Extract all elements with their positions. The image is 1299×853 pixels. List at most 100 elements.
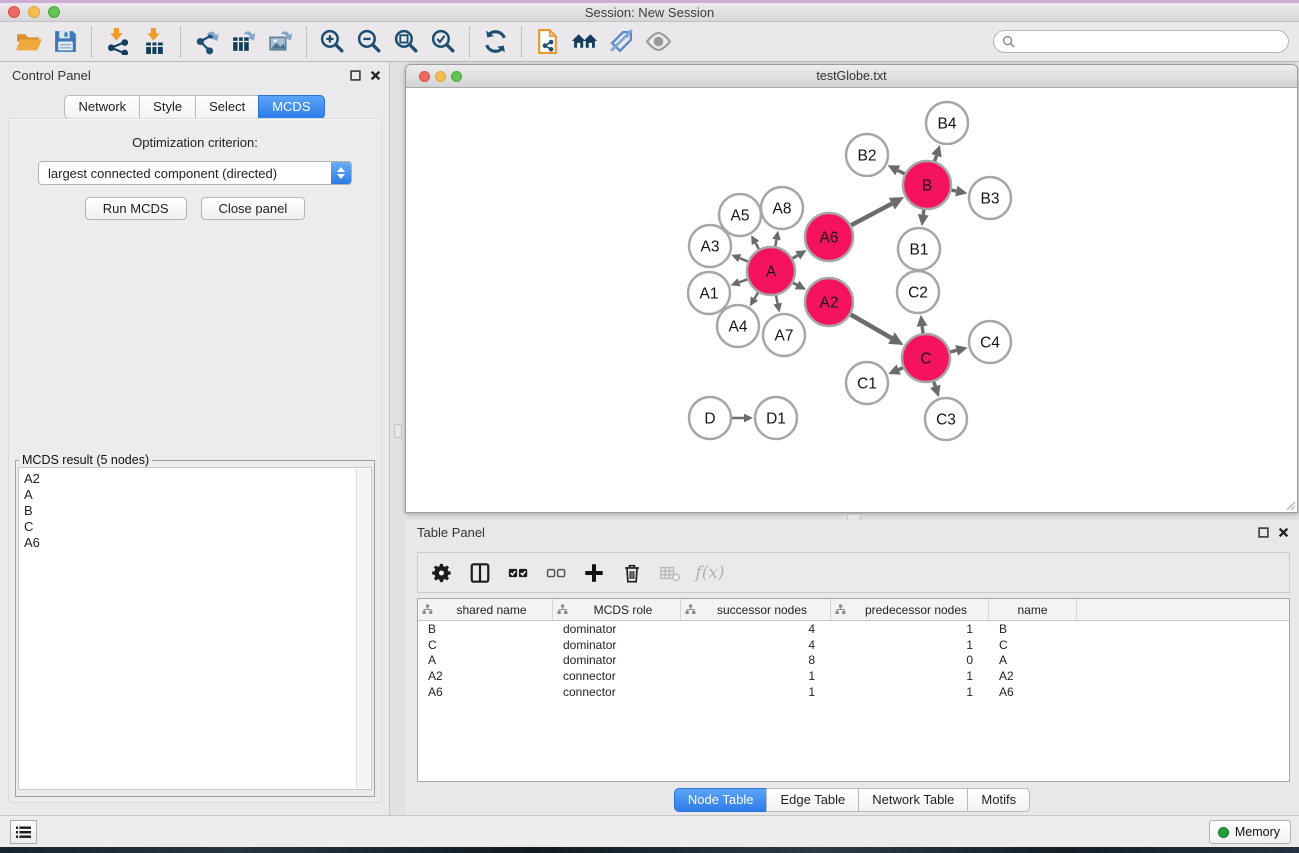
zoom-selected-button[interactable] <box>425 25 462 59</box>
graph-edge-C-C3[interactable] <box>930 382 940 397</box>
hide-labels-button[interactable] <box>603 25 640 59</box>
network-minimize-button[interactable] <box>435 71 446 82</box>
save-session-button[interactable] <box>47 25 84 59</box>
graph-node-A2[interactable]: A2 <box>805 278 853 326</box>
delete-row-button[interactable] <box>615 557 649 589</box>
export-network-button[interactable] <box>188 25 225 59</box>
float-panel-icon[interactable] <box>350 70 361 81</box>
graph-node-B[interactable]: B <box>903 161 951 209</box>
cell-successor-nodes[interactable]: 8 <box>681 653 831 667</box>
graph-node-A6[interactable]: A6 <box>805 213 853 261</box>
graph-node-A5[interactable]: A5 <box>719 194 761 236</box>
graph-edge-A-A4[interactable] <box>750 292 758 306</box>
graph-node-C3[interactable]: C3 <box>925 398 967 440</box>
memory-button[interactable]: Memory <box>1209 820 1291 844</box>
column-header-shared-name[interactable]: shared name <box>418 599 553 620</box>
new-session-button[interactable] <box>529 25 566 59</box>
table-tab-motifs[interactable]: Motifs <box>967 788 1030 812</box>
cell-name[interactable]: A2 <box>989 669 1077 683</box>
graph-edge-A2-C[interactable] <box>851 314 904 345</box>
resize-grip-icon[interactable] <box>1284 499 1296 511</box>
table-row-c[interactable]: Cdominator41C <box>418 637 1289 653</box>
column-header-MCDS-role[interactable]: MCDS role <box>553 599 681 620</box>
cell-predecessor-nodes[interactable]: 1 <box>831 622 989 636</box>
cell-name[interactable]: A <box>989 653 1077 667</box>
graph-edge-B-B1[interactable] <box>918 210 929 226</box>
cell-MCDS-role[interactable]: connector <box>553 685 681 699</box>
cell-shared-name[interactable]: A6 <box>418 685 553 699</box>
cell-shared-name[interactable]: B <box>418 622 553 636</box>
cell-MCDS-role[interactable]: dominator <box>553 622 681 636</box>
cell-shared-name[interactable]: A <box>418 653 553 667</box>
export-image-button[interactable] <box>262 25 299 59</box>
export-table-button[interactable] <box>225 25 262 59</box>
cell-shared-name[interactable]: A2 <box>418 669 553 683</box>
show-columns-button[interactable] <box>463 557 497 589</box>
graph-node-C4[interactable]: C4 <box>969 321 1011 363</box>
result-item-a6[interactable]: A6 <box>24 535 371 551</box>
graph-node-A[interactable]: A <box>747 247 795 295</box>
cell-MCDS-role[interactable]: dominator <box>553 653 681 667</box>
tab-network[interactable]: Network <box>64 95 140 119</box>
network-graph[interactable]: B4B2BB3A5A8A6A3B1AA1C2A2A4A7C4CC1C3DD1 <box>406 89 1297 512</box>
table-tab-node-table[interactable]: Node Table <box>674 788 768 812</box>
import-network-button[interactable] <box>99 25 136 59</box>
minimize-window-button[interactable] <box>28 6 40 18</box>
cell-predecessor-nodes[interactable]: 1 <box>831 685 989 699</box>
function-builder-button[interactable]: f(x) <box>691 557 725 589</box>
close-window-button[interactable] <box>8 6 20 18</box>
graph-edge-B-B2[interactable] <box>888 165 905 175</box>
deselect-all-button[interactable] <box>539 557 573 589</box>
cell-name[interactable]: C <box>989 638 1077 652</box>
cell-successor-nodes[interactable]: 1 <box>681 669 831 683</box>
close-panel-button[interactable]: Close panel <box>201 197 306 220</box>
table-row-a[interactable]: Adominator80A <box>418 653 1289 669</box>
result-item-a[interactable]: A <box>24 487 371 503</box>
result-scrollbar[interactable] <box>356 469 370 788</box>
graph-node-D[interactable]: D <box>689 397 731 439</box>
tab-mcds[interactable]: MCDS <box>258 95 324 119</box>
graph-edge-A6-B[interactable] <box>851 197 904 225</box>
delete-table-button[interactable] <box>653 557 687 589</box>
criterion-dropdown[interactable]: largest connected component (directed) <box>38 161 352 185</box>
graph-node-B1[interactable]: B1 <box>898 228 940 270</box>
graph-node-C2[interactable]: C2 <box>897 271 939 313</box>
cell-predecessor-nodes[interactable]: 1 <box>831 669 989 683</box>
graph-node-A7[interactable]: A7 <box>763 314 805 356</box>
graph-node-C[interactable]: C <box>902 334 950 382</box>
result-item-b[interactable]: B <box>24 503 371 519</box>
float-table-panel-icon[interactable] <box>1258 527 1269 538</box>
graph-node-B2[interactable]: B2 <box>846 134 888 176</box>
zoom-window-button[interactable] <box>48 6 60 18</box>
graph-node-C1[interactable]: C1 <box>846 362 888 404</box>
network-canvas[interactable]: B4B2BB3A5A8A6A3B1AA1C2A2A4A7C4CC1C3DD1 <box>406 89 1297 512</box>
graph-edge-C-C4[interactable] <box>950 345 967 356</box>
table-row-b[interactable]: Bdominator41B <box>418 621 1289 637</box>
cell-name[interactable]: B <box>989 622 1077 636</box>
show-details-button[interactable] <box>640 25 677 59</box>
cell-successor-nodes[interactable]: 1 <box>681 685 831 699</box>
graph-edge-A-A1[interactable] <box>731 278 748 286</box>
graph-node-B3[interactable]: B3 <box>969 177 1011 219</box>
cell-predecessor-nodes[interactable]: 1 <box>831 638 989 652</box>
result-item-a2[interactable]: A2 <box>24 471 371 487</box>
zoom-fit-button[interactable] <box>388 25 425 59</box>
cell-predecessor-nodes[interactable]: 0 <box>831 653 989 667</box>
import-table-button[interactable] <box>136 25 173 59</box>
close-panel-icon[interactable] <box>370 70 381 81</box>
close-table-panel-icon[interactable] <box>1278 527 1289 538</box>
graph-edge-B-B4[interactable] <box>931 145 941 161</box>
graph-edge-A-A3[interactable] <box>731 254 748 262</box>
network-zoom-button[interactable] <box>451 71 462 82</box>
add-row-button[interactable] <box>577 557 611 589</box>
search-input[interactable] <box>1020 35 1280 49</box>
vertical-splitter-grip[interactable] <box>394 424 402 438</box>
graph-edge-B-B3[interactable] <box>951 186 967 197</box>
graph-edge-A-A2[interactable] <box>793 281 806 290</box>
result-item-c[interactable]: C <box>24 519 371 535</box>
graph-node-D1[interactable]: D1 <box>755 397 797 439</box>
graph-node-B4[interactable]: B4 <box>926 102 968 144</box>
mcds-result-list[interactable]: A2ABCA6 <box>18 467 372 790</box>
column-header-successor-nodes[interactable]: successor nodes <box>681 599 831 620</box>
graph-edge-A-A8[interactable] <box>772 231 781 247</box>
